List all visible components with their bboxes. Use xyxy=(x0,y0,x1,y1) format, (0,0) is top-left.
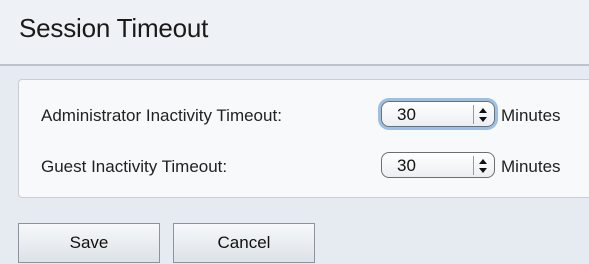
admin-timeout-select[interactable]: 30 xyxy=(381,101,495,127)
title-bar: Session Timeout xyxy=(0,0,589,64)
guest-timeout-value: 30 xyxy=(397,156,416,175)
guest-timeout-select[interactable]: 30 xyxy=(381,152,495,178)
admin-timeout-value: 30 xyxy=(397,105,416,124)
cancel-button[interactable]: Cancel xyxy=(173,223,315,263)
admin-timeout-unit: Minutes xyxy=(501,106,561,125)
admin-timeout-row: Administrator Inactivity Timeout: 30 Min… xyxy=(19,101,589,131)
select-divider xyxy=(473,105,474,124)
settings-panel: Administrator Inactivity Timeout: 30 Min… xyxy=(18,79,589,198)
title-divider xyxy=(0,64,589,66)
save-button[interactable]: Save xyxy=(18,223,160,263)
select-divider xyxy=(473,156,474,175)
page-title: Session Timeout xyxy=(19,13,209,43)
guest-timeout-row: Guest Inactivity Timeout: 30 Minutes xyxy=(19,152,589,182)
guest-timeout-label: Guest Inactivity Timeout: xyxy=(41,157,228,176)
admin-timeout-label: Administrator Inactivity Timeout: xyxy=(41,106,282,125)
guest-timeout-unit: Minutes xyxy=(501,157,561,176)
session-timeout-page: Session Timeout Administrator Inactivity… xyxy=(0,0,589,264)
up-down-arrows-icon xyxy=(479,108,487,122)
up-down-arrows-icon xyxy=(479,159,487,173)
